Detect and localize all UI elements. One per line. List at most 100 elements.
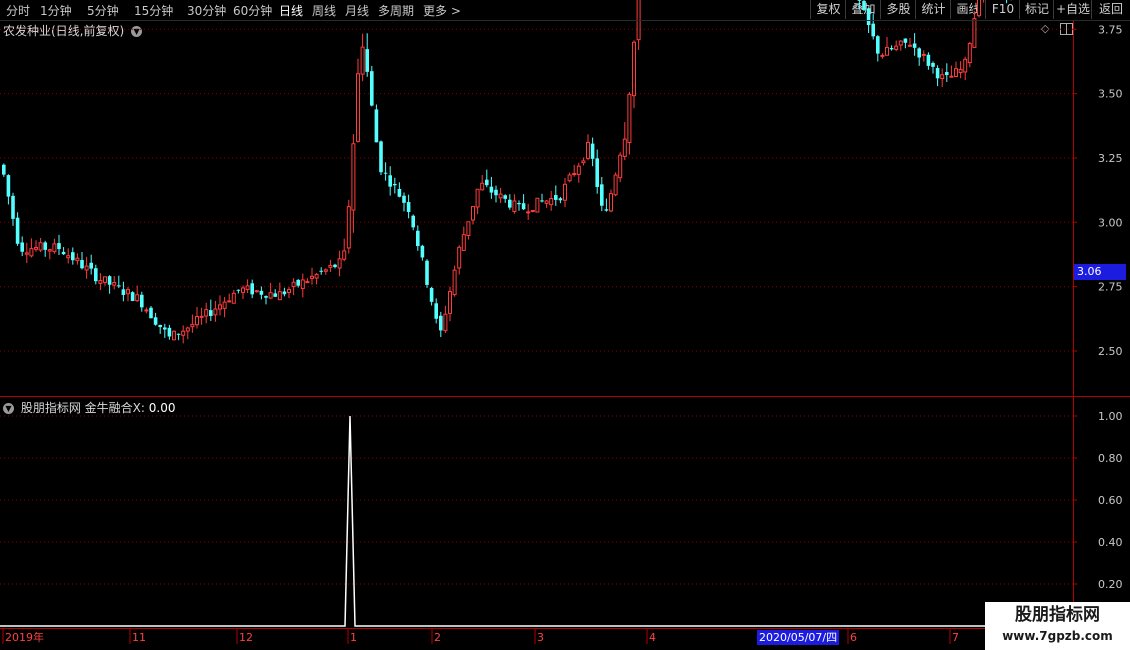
candlestick-chart[interactable]: 4.504.254.003.753.503.253.002.752.501.00… bbox=[0, 0, 1130, 650]
candle-body bbox=[282, 291, 287, 295]
candle-body bbox=[135, 294, 140, 302]
candle-body bbox=[236, 289, 241, 291]
candle-body bbox=[149, 307, 153, 319]
candle-body bbox=[880, 54, 885, 57]
candle-body bbox=[535, 197, 540, 213]
candle-body bbox=[47, 249, 52, 252]
candle-body bbox=[259, 290, 264, 295]
date-axis-label: 2019年 bbox=[5, 630, 44, 644]
candle-body bbox=[935, 68, 940, 79]
candle-body bbox=[231, 292, 236, 304]
candle-body bbox=[485, 179, 489, 186]
candle-body bbox=[153, 317, 158, 325]
candle-body bbox=[360, 46, 365, 75]
candle-body bbox=[300, 279, 305, 290]
candle-body bbox=[406, 202, 411, 212]
candle-body bbox=[107, 276, 112, 285]
price-axis-label: 3.50 bbox=[1098, 88, 1123, 101]
candle-body bbox=[475, 188, 480, 208]
candle-body bbox=[209, 310, 213, 316]
candle-body bbox=[457, 246, 462, 269]
date-axis-label: 12 bbox=[239, 631, 253, 644]
candle-body bbox=[434, 303, 438, 319]
candle-body bbox=[595, 158, 599, 187]
candle-body bbox=[388, 175, 392, 187]
candle-body bbox=[314, 273, 319, 279]
candle-body bbox=[554, 195, 558, 200]
candle-body bbox=[921, 53, 926, 56]
candle-body bbox=[889, 48, 894, 50]
candle-body bbox=[963, 58, 968, 73]
candle-body bbox=[903, 38, 908, 43]
candle-body bbox=[521, 203, 526, 210]
candle-body bbox=[503, 195, 507, 199]
candle-body bbox=[66, 255, 71, 259]
candle-body bbox=[604, 209, 609, 211]
candle-body bbox=[931, 62, 935, 67]
candle-body bbox=[443, 313, 448, 332]
candle-body bbox=[489, 186, 494, 193]
candle-body bbox=[190, 323, 195, 328]
candle-body bbox=[176, 333, 181, 335]
candle-body bbox=[581, 160, 586, 164]
date-axis-label: 6 bbox=[850, 631, 857, 644]
candle-body bbox=[24, 252, 29, 255]
candle-body bbox=[627, 93, 632, 143]
candle-body bbox=[29, 248, 34, 257]
candle-body bbox=[94, 268, 98, 282]
candle-body bbox=[898, 40, 903, 46]
candle-body bbox=[98, 280, 103, 284]
candle-body bbox=[172, 330, 176, 341]
candle-body bbox=[912, 43, 917, 48]
candle-body bbox=[80, 260, 84, 269]
candle-body bbox=[158, 324, 162, 328]
watermark: 股朋指标网 www.7gpzb.com bbox=[985, 602, 1130, 650]
date-axis-label: 1 bbox=[350, 631, 357, 644]
candle-body bbox=[425, 260, 429, 285]
candle-body bbox=[379, 141, 383, 173]
axes: 4.504.254.003.753.503.253.002.752.501.00… bbox=[0, 20, 1130, 644]
candle-body bbox=[181, 330, 186, 336]
price-axis-label: 2.75 bbox=[1098, 281, 1123, 294]
candle-body bbox=[287, 289, 291, 293]
candle-body bbox=[876, 36, 880, 54]
candle-body bbox=[218, 304, 222, 310]
candle-body bbox=[494, 189, 498, 196]
candle-body bbox=[370, 71, 374, 106]
candle-body bbox=[61, 251, 66, 255]
candle-body bbox=[636, 0, 641, 41]
candle-body bbox=[857, 0, 862, 1]
candle-body bbox=[328, 265, 333, 268]
candle-body bbox=[972, 18, 977, 48]
candle-body bbox=[337, 258, 342, 269]
candle-body bbox=[567, 174, 572, 182]
candle-body bbox=[600, 184, 604, 206]
candle-body bbox=[967, 43, 972, 64]
candle-body bbox=[144, 309, 149, 312]
candle-body bbox=[632, 41, 636, 97]
candle-body bbox=[163, 327, 167, 330]
candle-body bbox=[245, 285, 250, 290]
candle-body bbox=[254, 290, 259, 293]
candle-body bbox=[429, 287, 434, 302]
candle-body bbox=[452, 269, 457, 296]
candle-body bbox=[241, 287, 245, 293]
candle-body bbox=[374, 109, 379, 143]
candle-body bbox=[866, 8, 871, 26]
candle-body bbox=[264, 296, 268, 298]
candle-body bbox=[222, 301, 227, 309]
candle-body bbox=[268, 292, 273, 299]
candle-body bbox=[342, 250, 347, 260]
indicator-source: 股朋指标网 bbox=[20, 401, 81, 415]
highlighted-date: 2020/05/07/四 bbox=[757, 630, 840, 645]
candle-body bbox=[195, 316, 199, 326]
candle-body bbox=[140, 294, 144, 308]
candle-body bbox=[622, 138, 627, 157]
candle-body bbox=[130, 292, 135, 301]
candle-body bbox=[393, 183, 397, 186]
indicator-chevron-icon[interactable]: ▼ bbox=[3, 403, 14, 414]
candle-body bbox=[89, 262, 93, 269]
indicator-axis-label: 0.20 bbox=[1098, 578, 1123, 591]
candle-body bbox=[977, 0, 981, 17]
candle-body bbox=[572, 173, 577, 176]
